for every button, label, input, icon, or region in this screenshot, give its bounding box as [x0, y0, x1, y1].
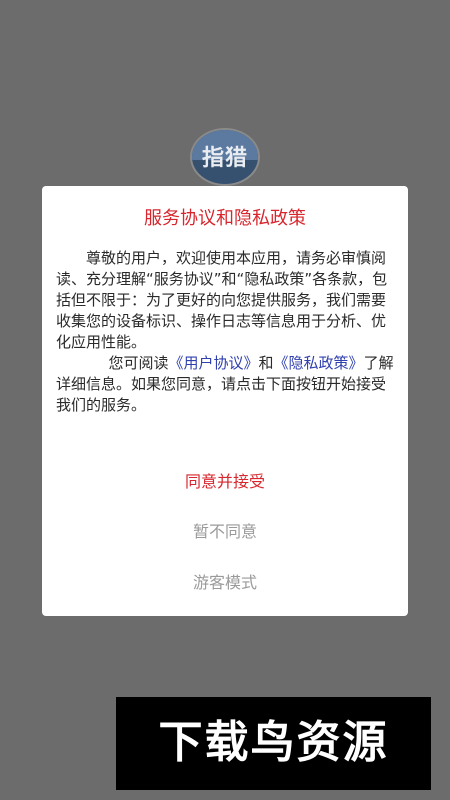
dialog-title: 服务协议和隐私政策	[144, 208, 306, 229]
watermark-text: 下载鸟资源	[158, 717, 389, 768]
terms-paragraph: 尊敬的用户，欢迎使用本应用，请务必审慎阅读、充分理解“服务协议”和“隐私政策”各…	[56, 249, 388, 351]
guest-mode-button[interactable]: 游客模式	[42, 572, 408, 594]
app-logo-text: 指猎	[201, 146, 248, 171]
app-logo: 指猎	[190, 128, 260, 186]
privacy-policy-link[interactable]: 《隐私政策》	[274, 354, 364, 372]
links-paragraph-conjunction: 和	[258, 354, 274, 372]
privacy-dialog: 服务协议和隐私政策 尊敬的用户，欢迎使用本应用，请务必审慎阅读、充分理解“服务协…	[42, 186, 408, 616]
links-paragraph-prefix: 您可阅读	[108, 354, 169, 372]
decline-button[interactable]: 暂不同意	[42, 521, 408, 543]
user-agreement-link[interactable]: 《用户协议》	[169, 354, 259, 372]
links-paragraph: 您可阅读《用户协议》和《隐私政策》了解详细信息。如果您同意，请点击下面按钮开始接…	[56, 353, 394, 416]
dialog-body: 尊敬的用户，欢迎使用本应用，请务必审慎阅读、充分理解“服务协议”和“隐私政策”各…	[56, 248, 394, 416]
watermark-banner: 下载鸟资源	[116, 697, 431, 790]
accept-button[interactable]: 同意并接受	[42, 471, 408, 493]
